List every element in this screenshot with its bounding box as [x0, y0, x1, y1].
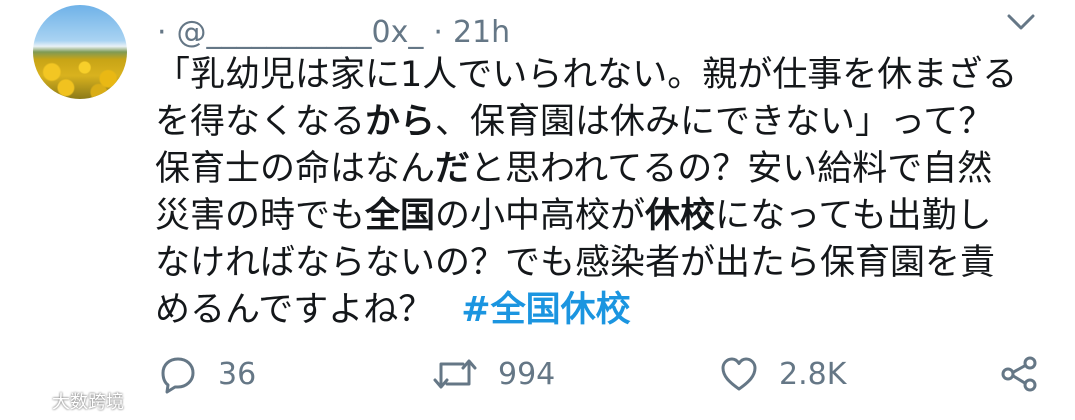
reply-button[interactable]: 36	[158, 352, 256, 396]
avatar-image	[33, 53, 127, 99]
lead-dot: ·	[157, 14, 167, 50]
tweet-line: めるんですよね？ #全国休校	[155, 290, 631, 330]
reply-count: 36	[218, 356, 257, 392]
tweet-line: 保育士の命はなんだと思われてるの？安い給料で自然	[155, 149, 993, 189]
retweet-icon	[433, 359, 477, 389]
hashtag-link[interactable]: #全国休校	[461, 290, 630, 330]
like-button[interactable]: 2.8K	[719, 352, 846, 396]
tweet-header: · @___________0x_ · 21h	[157, 14, 510, 50]
tweet-body: 「乳幼児は家に1人でいられない。親が仕事を休まざる を得なくなるから、保育園は休…	[155, 52, 1035, 334]
watermark-logo-icon	[5, 394, 44, 410]
share-icon	[1001, 356, 1037, 392]
retweet-count: 994	[498, 356, 556, 392]
tweet-actions: 36 994 2.8K	[0, 352, 1075, 402]
tweet-line: 災害の時でも全国の小中高校が休校になっても出勤し	[155, 196, 992, 236]
share-button[interactable]	[999, 352, 1039, 396]
chevron-down-icon[interactable]	[1003, 10, 1039, 34]
header-separator: ·	[433, 14, 443, 50]
reply-icon	[161, 357, 195, 394]
user-handle[interactable]: @___________0x_	[177, 15, 424, 50]
tweet-timestamp[interactable]: 21h	[453, 15, 510, 50]
watermark: 大数跨境	[4, 388, 124, 414]
watermark-text: 大数跨境	[52, 392, 124, 413]
like-count: 2.8K	[779, 356, 847, 392]
tweet-line: なければならないの？でも感染者が出たら保育園を責	[155, 243, 996, 283]
tweet-line: 「乳幼児は家に1人でいられない。親が仕事を休まざる	[155, 55, 1018, 95]
avatar[interactable]	[33, 5, 127, 99]
retweet-button[interactable]: 994	[432, 352, 555, 396]
tweet-line: を得なくなるから、保育園は休みにできない」って？	[155, 102, 994, 142]
heart-icon	[721, 357, 757, 391]
